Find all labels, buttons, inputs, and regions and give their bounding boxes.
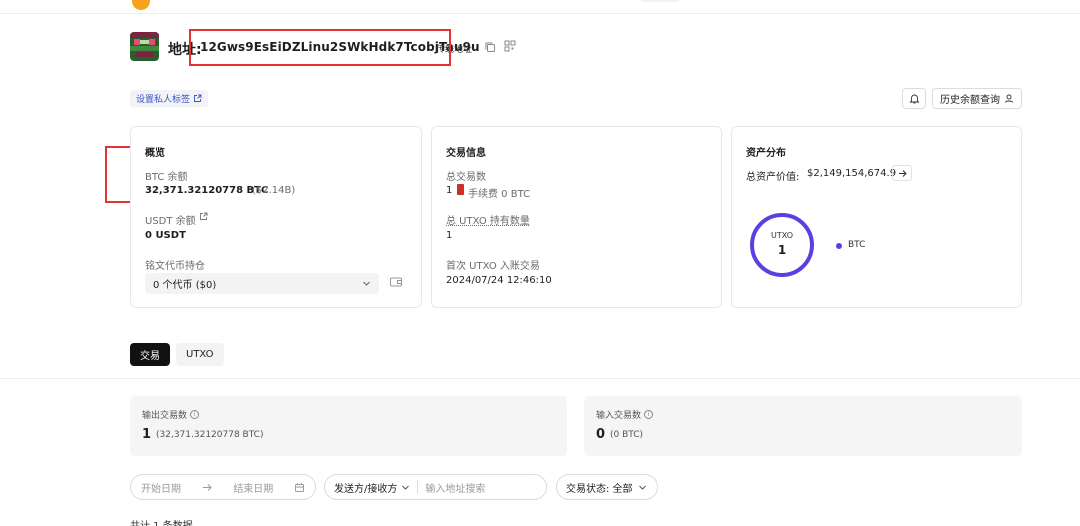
end-date-input[interactable]: 结束日期 (233, 480, 273, 495)
chevron-down-icon (363, 281, 370, 286)
total-asset-value: $2,149,154,674.9 (807, 168, 897, 179)
btc-balance-label: BTC 余额 (145, 172, 188, 183)
input-tx-amount: (0 BTC) (610, 430, 644, 440)
logo-icon[interactable] (132, 0, 150, 10)
tab-bar: 交易 UTXO (130, 343, 224, 366)
usdt-balance-label: USDT 余额 (145, 216, 196, 227)
legend-dot (836, 243, 842, 249)
transaction-info-card: 交易信息 总交易数 1 手续费 0 BTC 总 UTXO 持有数量 1 首次 U… (431, 126, 722, 308)
input-tx-label: 输入交易数 (596, 411, 642, 421)
fee-text: 手续费 0 BTC (468, 189, 531, 200)
history-balance-label: 历史余额查询 (940, 95, 1000, 106)
highlight-box-address (189, 29, 451, 66)
output-tx-stat: 输出交易数 i 1 (32,371.32120778 BTC) (130, 396, 567, 456)
bell-icon (908, 94, 920, 104)
usdt-balance-value: 0 USDT (145, 230, 186, 241)
date-range-picker[interactable]: 开始日期 结束日期 (130, 474, 316, 500)
arrow-right-icon (898, 169, 907, 177)
external-link-icon[interactable] (199, 212, 208, 221)
total-asset-label: 总资产价值: (746, 172, 800, 183)
info-icon[interactable]: i (644, 410, 654, 419)
wallet-icon[interactable] (389, 275, 403, 289)
fee-icon (457, 184, 464, 195)
first-utxo-time: 2024/07/24 12:46:10 (446, 275, 552, 286)
input-tx-stat: 输入交易数 i 0 (0 BTC) (584, 396, 1022, 456)
utxo-count-value: 1 (446, 230, 453, 241)
asset-detail-button[interactable] (892, 165, 912, 181)
arrow-right-icon (202, 483, 212, 491)
chevron-down-icon (638, 485, 646, 490)
utxo-donut-chart: UTXO 1 (750, 213, 814, 277)
calendar-icon (294, 482, 304, 492)
nav-pill[interactable] (640, 0, 680, 2)
private-tag-label: 设置私人标签 (136, 95, 191, 105)
btc-balance-value: 32,371.32120778 BTC (145, 185, 269, 196)
tab-transactions[interactable]: 交易 (130, 343, 170, 366)
set-private-tag-link[interactable]: 设置私人标签 (130, 90, 209, 107)
inscription-holdings-label: 铭文代币持仓 (145, 261, 205, 272)
donut-label: UTXO (770, 231, 793, 240)
info-icon[interactable]: i (190, 410, 200, 419)
tab-utxo[interactable]: UTXO (176, 343, 224, 366)
token-holdings-value: 0 个代币 ($0) (153, 280, 217, 291)
btc-balance-usd: ($2.14B) (252, 185, 296, 196)
avatar (130, 32, 159, 61)
total-tx-count: 1 (446, 185, 453, 196)
direction-select[interactable]: 发送方/接收方 (334, 480, 410, 495)
address-search-input[interactable]: 输入地址搜索 (425, 480, 485, 495)
utxo-count-label: 总 UTXO 持有数量 (446, 216, 530, 227)
assets-title: 资产分布 (746, 148, 786, 159)
tx-info-title: 交易信息 (446, 148, 486, 159)
input-tx-count: 0 (596, 427, 606, 442)
top-navigation-bar (0, 0, 1080, 14)
chevron-down-icon (402, 485, 410, 490)
overview-card: 概览 BTC 余额 32,371.32120778 BTC ($2.14B) U… (130, 126, 422, 308)
asset-distribution-card: 资产分布 总资产价值: $2,149,154,674.9 UTXO 1 BTC (731, 126, 1022, 308)
output-tx-count: 1 (142, 427, 152, 442)
output-tx-label-row: 输出交易数 i (142, 408, 200, 421)
total-tx-label: 总交易数 (446, 172, 486, 183)
first-utxo-label: 首次 UTXO 入账交易 (446, 261, 540, 272)
address-filter: 发送方/接收方 输入地址搜索 (324, 474, 547, 500)
donut-value: 1 (777, 243, 787, 257)
coins-icon (1005, 94, 1013, 103)
external-link-icon (194, 94, 202, 102)
legend-btc: BTC (848, 240, 866, 250)
token-holdings-select[interactable]: 0 个代币 ($0) (145, 273, 379, 294)
filter-divider (417, 480, 419, 494)
direction-select-label: 发送方/接收方 (334, 483, 398, 495)
tx-status-label: 交易状态: 全部 (566, 483, 633, 495)
copy-icon[interactable] (484, 41, 496, 53)
qr-code-icon[interactable] (504, 40, 516, 52)
input-tx-label-row: 输入交易数 i (596, 408, 654, 421)
output-tx-amount: (32,371.32120778 BTC) (156, 430, 264, 440)
overview-title: 概览 (145, 148, 165, 159)
start-date-input[interactable]: 开始日期 (141, 480, 181, 495)
notification-button[interactable] (902, 88, 926, 109)
divider (0, 378, 1080, 379)
tx-status-select[interactable]: 交易状态: 全部 (556, 474, 658, 500)
output-tx-label: 输出交易数 (142, 411, 188, 421)
total-records-text: 共计 1 条数据 (130, 517, 193, 526)
history-balance-button[interactable]: 历史余额查询 (932, 88, 1022, 109)
